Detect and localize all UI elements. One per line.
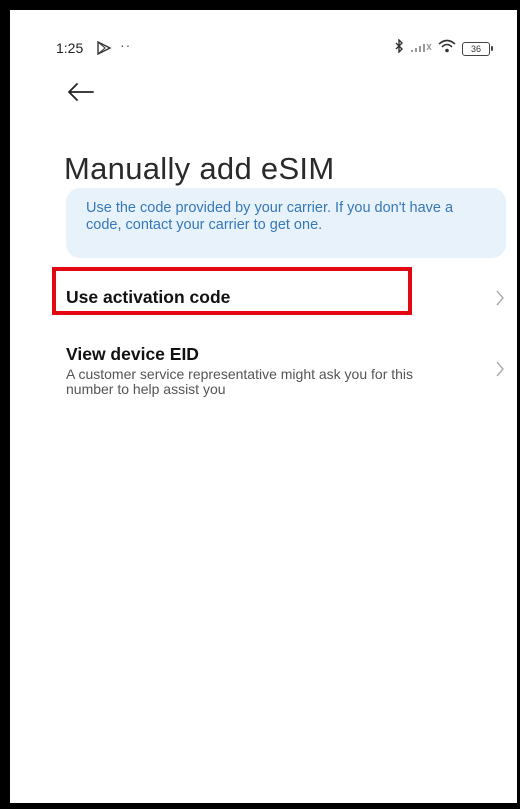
bluetooth-icon	[394, 38, 404, 58]
status-time: 1:25	[56, 40, 84, 56]
view-device-eid-item[interactable]: View device EID A customer service repre…	[66, 344, 506, 400]
play-store-icon	[96, 40, 112, 60]
info-banner: Use the code provided by your carrier. I…	[66, 188, 506, 258]
item-title: Use activation code	[66, 287, 231, 307]
wifi-icon	[438, 39, 456, 58]
chevron-right-icon	[496, 361, 504, 377]
battery-icon: 36	[462, 41, 493, 56]
back-button[interactable]	[66, 82, 102, 112]
status-bar: 1:25 ·· 36	[56, 37, 493, 60]
item-title: View device EID	[66, 344, 199, 364]
status-icons: 36	[394, 38, 493, 58]
device-frame: 1:25 ·· 36 Manually add eSIM Use the cod…	[0, 0, 520, 809]
notification-dots: ··	[120, 37, 132, 53]
page-title: Manually add eSIM	[64, 150, 335, 186]
screen: 1:25 ·· 36 Manually add eSIM Use the cod…	[20, 20, 514, 797]
chevron-right-icon	[496, 290, 504, 306]
arrow-left-icon	[68, 83, 94, 101]
use-activation-code-item[interactable]: Use activation code	[66, 287, 506, 313]
info-banner-text: Use the code provided by your carrier. I…	[86, 200, 454, 233]
signal-icon	[410, 40, 432, 58]
item-subtitle: A customer service representative might …	[66, 366, 414, 397]
